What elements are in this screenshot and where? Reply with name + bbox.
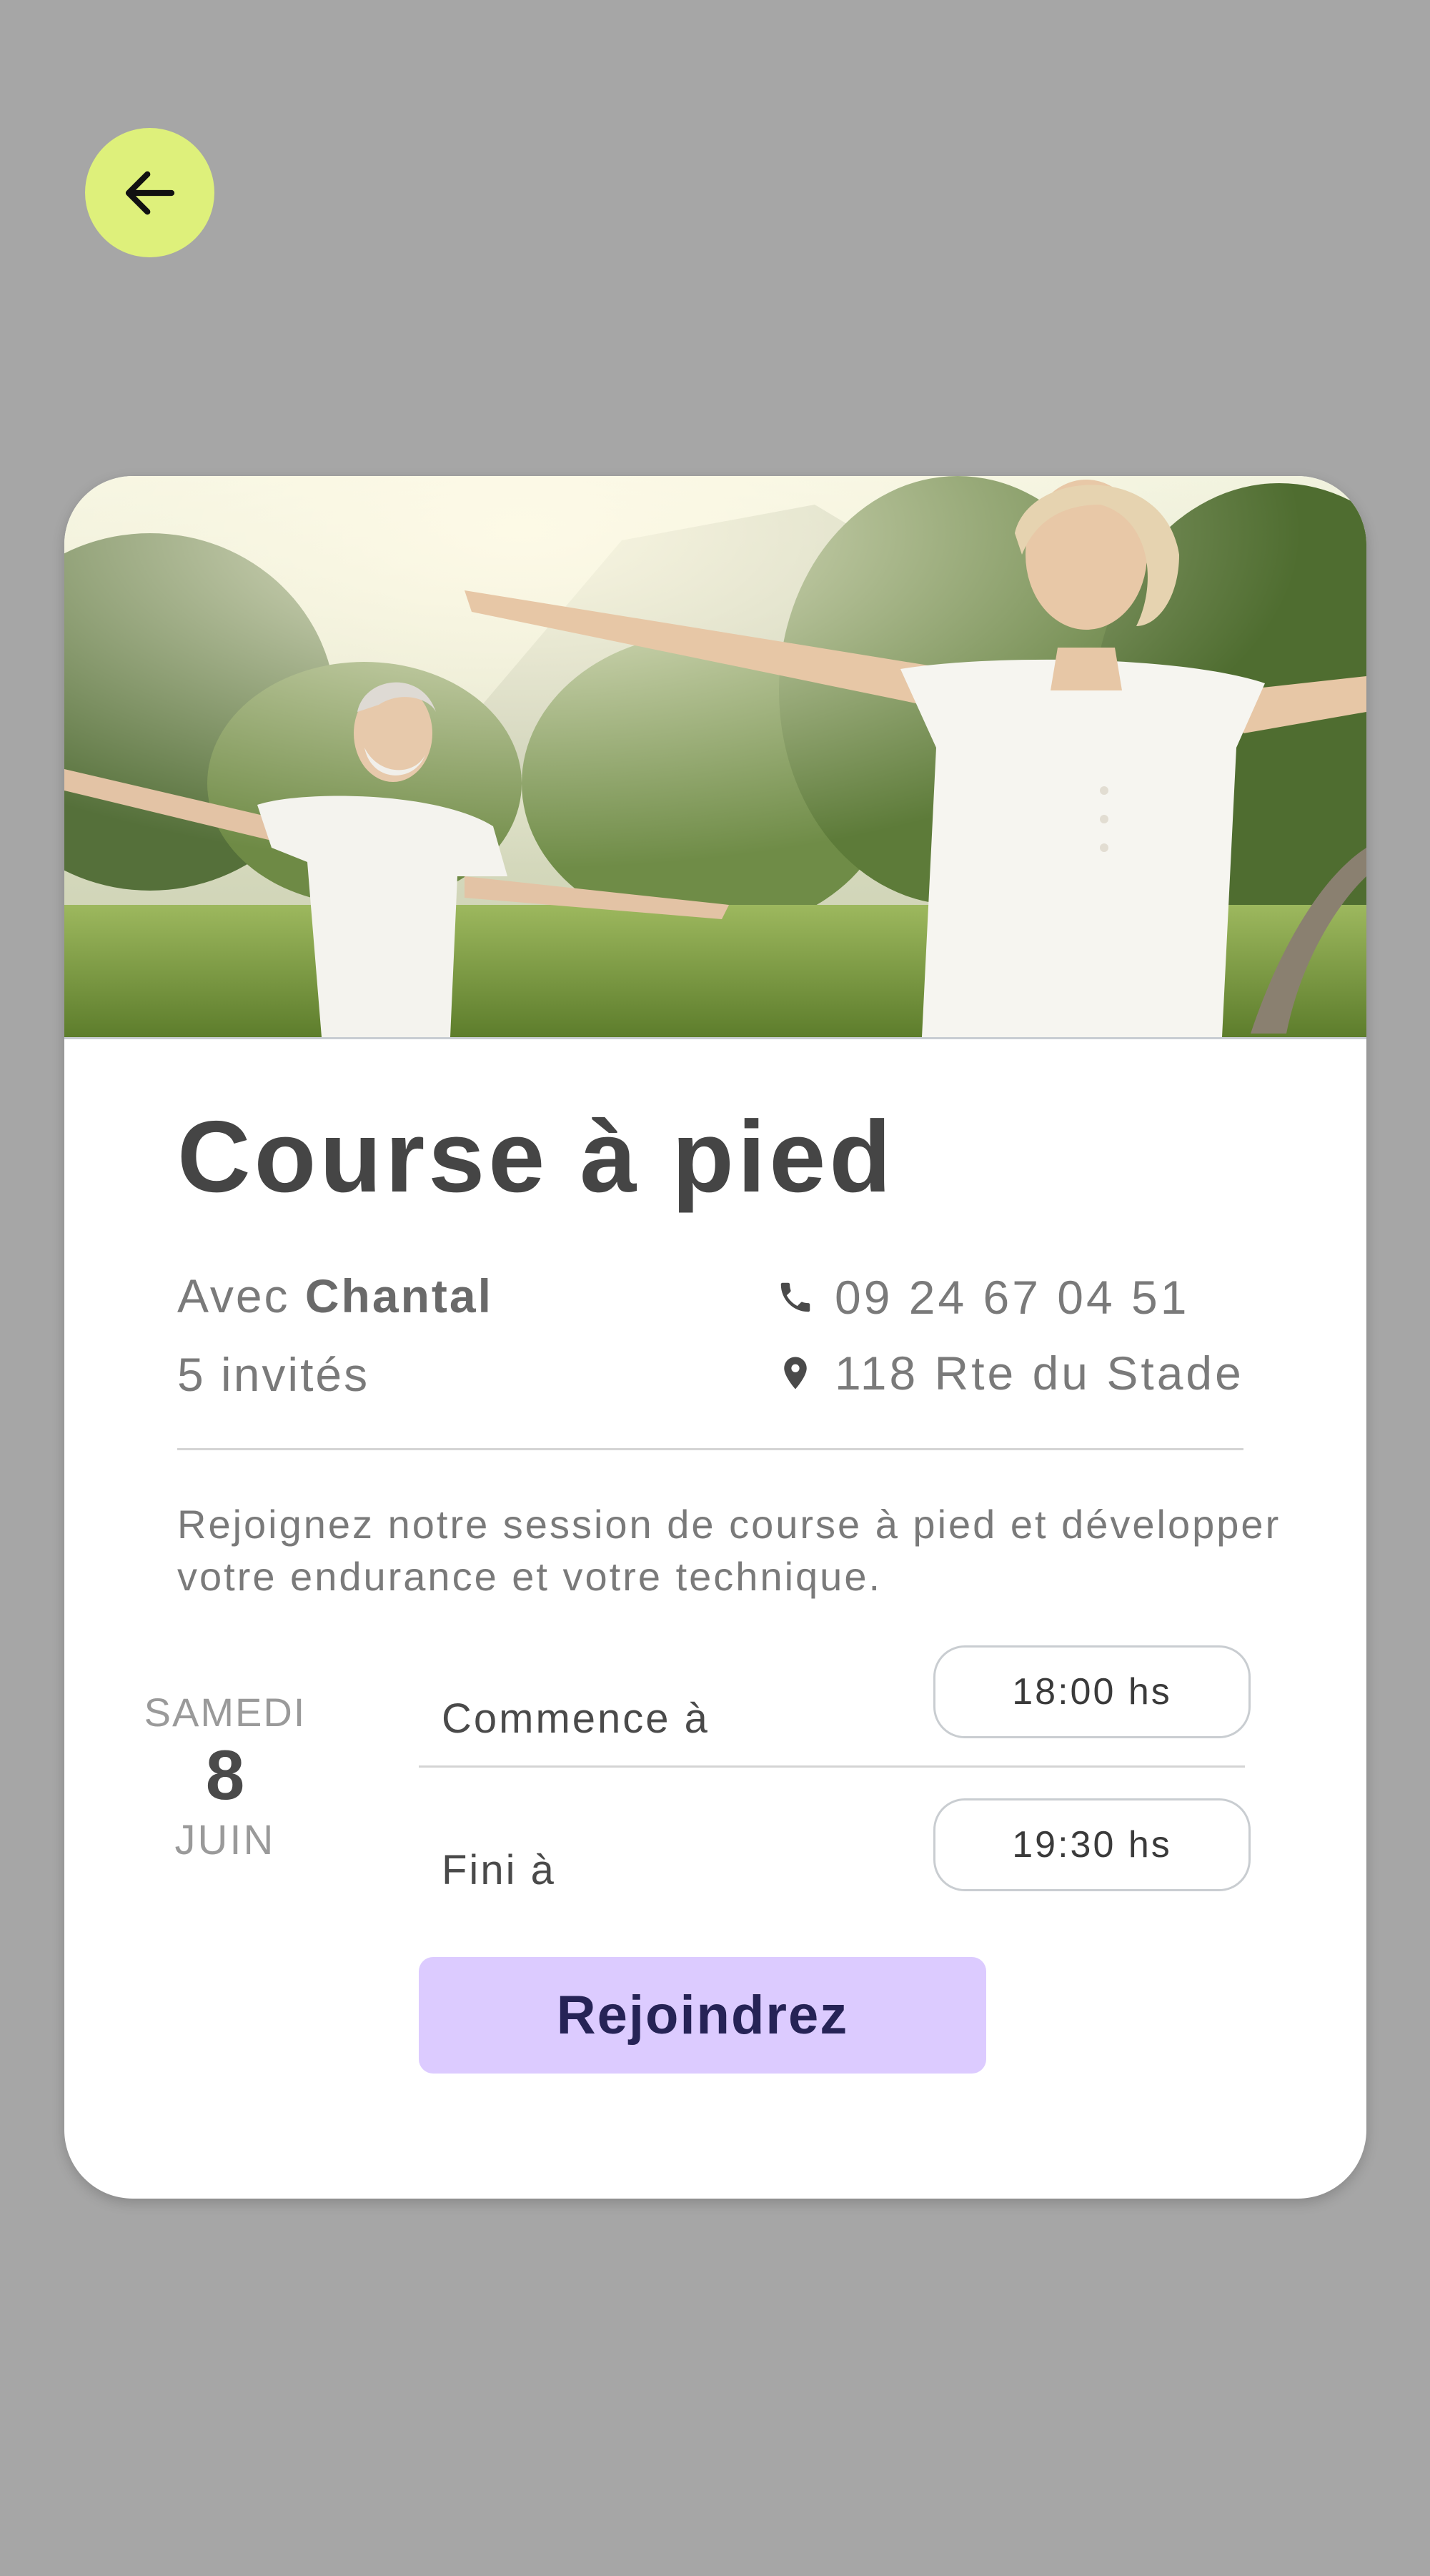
event-description: Rejoignez notre session de course à pied…: [177, 1502, 1281, 1599]
hero-divider: [64, 1037, 1366, 1039]
host-name: Chantal: [304, 1269, 493, 1322]
guests-count: 5 invités: [177, 1348, 370, 1401]
host-line: Avec Chantal: [177, 1272, 493, 1319]
location-pin-icon: [784, 1357, 807, 1389]
start-label: Commence à: [442, 1695, 710, 1742]
arrow-left-icon: [125, 171, 174, 214]
start-time-field[interactable]: 18:00 hs: [933, 1645, 1251, 1738]
phone-icon: [780, 1282, 810, 1312]
join-button[interactable]: Rejoindrez: [419, 1957, 986, 2074]
phone-number: 09 24 67 04 51: [835, 1271, 1190, 1324]
time-row-divider: [419, 1765, 1245, 1768]
event-hero-image: [64, 476, 1366, 1037]
end-time-field[interactable]: 19:30 hs: [933, 1798, 1251, 1891]
date-weekday: SAMEDI: [144, 1690, 307, 1735]
address-contact[interactable]: 118 Rte du Stade: [776, 1349, 1244, 1397]
section-divider: [177, 1448, 1243, 1450]
date-day-number: 8: [205, 1735, 245, 1814]
address-text: 118 Rte du Stade: [835, 1347, 1244, 1400]
phone-contact[interactable]: 09 24 67 04 51: [776, 1274, 1189, 1321]
event-title: Course à pied: [177, 1100, 895, 1214]
back-button[interactable]: [85, 128, 214, 257]
date-month: JUIN: [174, 1817, 276, 1863]
event-card: Course à pied Avec Chantal 5 invités 09 …: [64, 476, 1366, 2199]
end-label: Fini à: [442, 1847, 556, 1893]
host-prefix: Avec: [177, 1269, 290, 1322]
